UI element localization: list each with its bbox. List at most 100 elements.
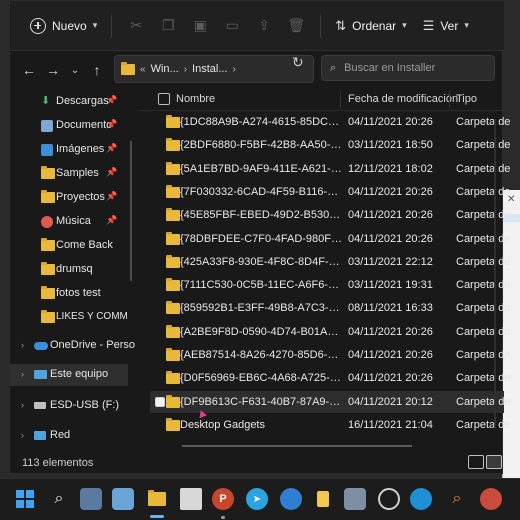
sticky-notes-icon[interactable] [312, 488, 334, 510]
sidebar-item-onedrive[interactable]: › OneDrive - Perso [10, 335, 135, 357]
rename-icon[interactable]: ▭ [217, 11, 247, 41]
sidebar-item-usb[interactable]: › ESD-USB (F:) [10, 395, 128, 417]
file-date: 04/11/2021 20:12 [348, 395, 433, 408]
onedrive-icon [34, 342, 48, 350]
music-icon [41, 216, 53, 228]
sidebar-scrollbar[interactable] [130, 141, 132, 281]
sidebar-item-descargas[interactable]: ⬇ Descargas 📌 [10, 91, 128, 113]
file-date: 08/11/2021 16:33 [348, 302, 433, 315]
file-date: 16/11/2021 21:04 [348, 418, 433, 431]
table-row[interactable]: {45E85FBF-EBED-49D2-B530-921F6500... 04/1… [150, 204, 510, 226]
file-explorer-window: Nuevo ▾ ✂ ❐ ▣ ▭ ⇪ 🗑 ⇅ Ordenar ▾ ☰ Ver ▾ … [9, 0, 510, 474]
column-header-name[interactable]: Nombre [176, 93, 215, 105]
file-type: Carpeta de [456, 162, 511, 175]
sidebar-item-likes[interactable]: LIKES Y COMM [10, 307, 128, 329]
breadcrumb-installer[interactable]: Instal... [192, 63, 227, 75]
address-row: ← → ⌄ ↑ « Win... › Instal... › ⌄ ↻ ⌕ Bus… [10, 51, 504, 89]
file-name: {7F030332-6CAD-4F59-B116-84714736... [180, 185, 342, 198]
sidebar-item-label: OneDrive - Perso [50, 339, 135, 351]
new-button[interactable]: Nuevo ▾ [24, 11, 103, 41]
details-view-button[interactable] [468, 455, 484, 469]
table-row[interactable]: {2BDF6880-F5BF-42B8-AA50-7A54D26... 03/11… [150, 134, 510, 156]
powerpoint-icon[interactable]: P [212, 488, 234, 510]
document-icon [41, 120, 53, 132]
table-row[interactable]: {D0F56969-EB6C-4A68-A725-CFBE958... 04/11… [150, 367, 510, 389]
delete-icon[interactable]: 🗑 [281, 11, 311, 41]
file-explorer-icon[interactable] [146, 488, 168, 510]
folder-icon [121, 61, 135, 75]
taskbar: ⌕ P ➤ ⌕ [0, 478, 520, 520]
view-button[interactable]: ☰ Ver ▾ [417, 11, 475, 41]
refresh-icon[interactable]: ↻ [292, 54, 304, 71]
folder-icon [41, 310, 55, 323]
copy-icon[interactable]: ❐ [153, 11, 183, 41]
sidebar-item-documento[interactable]: Documento 📌 [10, 115, 128, 137]
sidebar-item-musica[interactable]: Música 📌 [10, 211, 128, 233]
table-row[interactable]: {859592B1-E3FF-49B8-A7C3-563440D6... 08/1… [150, 297, 510, 319]
sidebar-item-samples[interactable]: Samples 📌 [10, 163, 128, 185]
column-header-date[interactable]: Fecha de modificación [348, 93, 458, 105]
paint-icon[interactable] [180, 488, 202, 510]
content-scrollbar[interactable] [494, 119, 496, 429]
breadcrumb-windows[interactable]: Win... [151, 63, 179, 75]
computer-management-icon[interactable] [80, 488, 102, 510]
chevron-down-icon: ▾ [402, 20, 407, 30]
sort-button[interactable]: ⇅ Ordenar ▾ [329, 11, 412, 41]
table-row[interactable]: {1DC88A9B-A274-4615-85DC-DC236F... 04/11/… [150, 111, 510, 133]
telegram-icon[interactable]: ➤ [246, 488, 268, 510]
table-row[interactable]: {A2BE9F8D-0590-4D74-B01A-6427B13... 04/11… [150, 321, 510, 343]
paste-icon[interactable]: ▣ [185, 11, 215, 41]
row-checkbox[interactable] [155, 396, 165, 407]
back-button[interactable]: ← [16, 57, 42, 83]
photos-icon[interactable] [112, 488, 134, 510]
file-date: 04/11/2021 20:26 [348, 209, 433, 222]
edge-icon[interactable] [410, 488, 432, 510]
pin-icon: 📌 [106, 95, 118, 105]
plus-icon [30, 17, 46, 34]
file-type: Carpeta de [456, 302, 511, 315]
table-row[interactable]: {7111C530-0C5B-11EC-A6F6-00155DE... 03/11… [150, 274, 510, 296]
sidebar-item-imagenes[interactable]: Imágenes 📌 [10, 139, 128, 161]
search-app-icon[interactable]: ⌕ [446, 488, 468, 510]
cut-icon[interactable]: ✂ [121, 11, 151, 41]
table-row[interactable]: {7F030332-6CAD-4F59-B116-84714736... 04/1… [150, 181, 510, 203]
table-row[interactable]: {5A1EB7BD-9AF9-411E-A621-6AC4495... 12/11… [150, 158, 510, 180]
tiles-view-button[interactable] [486, 455, 502, 469]
sidebar-item-come-back[interactable]: Come Back [10, 235, 128, 257]
network-app-icon[interactable] [344, 488, 366, 510]
column-header-type[interactable]: Tipo [456, 93, 477, 105]
select-all-checkbox[interactable] [158, 93, 170, 105]
table-row[interactable]: Desktop Gadgets 16/11/2021 21:04 Carpeta d… [150, 414, 510, 436]
sidebar-item-label: Descargas [56, 95, 109, 107]
sidebar-item-network[interactable]: › Red [10, 425, 128, 447]
sidebar-item-this-pc[interactable]: › Este equipo [10, 364, 128, 386]
sidebar-item-label: Este equipo [50, 368, 109, 380]
obs-icon[interactable] [378, 488, 400, 510]
sidebar-item-label: fotos test [56, 287, 101, 299]
table-row[interactable]: {78DBFDEE-C7F0-4FAD-980F-BD9E665... 04/11… [150, 228, 510, 250]
table-row[interactable]: {AEB87514-8A26-4270-85D6-8DD368E... 04/11… [150, 344, 510, 366]
network-icon [34, 431, 46, 440]
search-box[interactable]: ⌕ Buscar en Installer [321, 55, 495, 81]
horizontal-scrollbar[interactable] [182, 445, 412, 447]
share-icon[interactable]: ⇪ [249, 11, 279, 41]
chevron-right-icon: › [21, 400, 24, 410]
audio-app-icon[interactable] [280, 488, 302, 510]
tray-app-icon[interactable] [480, 488, 502, 510]
column-header-row: Nombre Fecha de modificación Tipo [140, 89, 504, 111]
search-icon[interactable]: ⌕ [48, 488, 70, 510]
windows-start-icon[interactable] [14, 488, 36, 510]
sidebar-item-proyectos[interactable]: Proyectos 📌 [10, 187, 128, 209]
pin-icon: 📌 [106, 191, 118, 201]
sidebar-item-label: ESD-USB (F:) [50, 399, 120, 411]
up-button[interactable]: ↑ [84, 57, 110, 83]
overflow-crumb[interactable]: « [140, 64, 146, 75]
column-divider[interactable] [340, 91, 341, 109]
folder-icon [166, 231, 180, 245]
search-icon: ⌕ [330, 61, 337, 74]
sidebar-item-fotos-test[interactable]: fotos test [10, 283, 128, 305]
table-row[interactable]: {425A33F8-930E-4F8C-8D4F-62854CC... 03/11… [150, 251, 510, 273]
column-divider[interactable] [449, 91, 450, 109]
address-bar[interactable]: « Win... › Instal... › [114, 55, 314, 83]
sidebar-item-drumsq[interactable]: drumsq [10, 259, 128, 281]
